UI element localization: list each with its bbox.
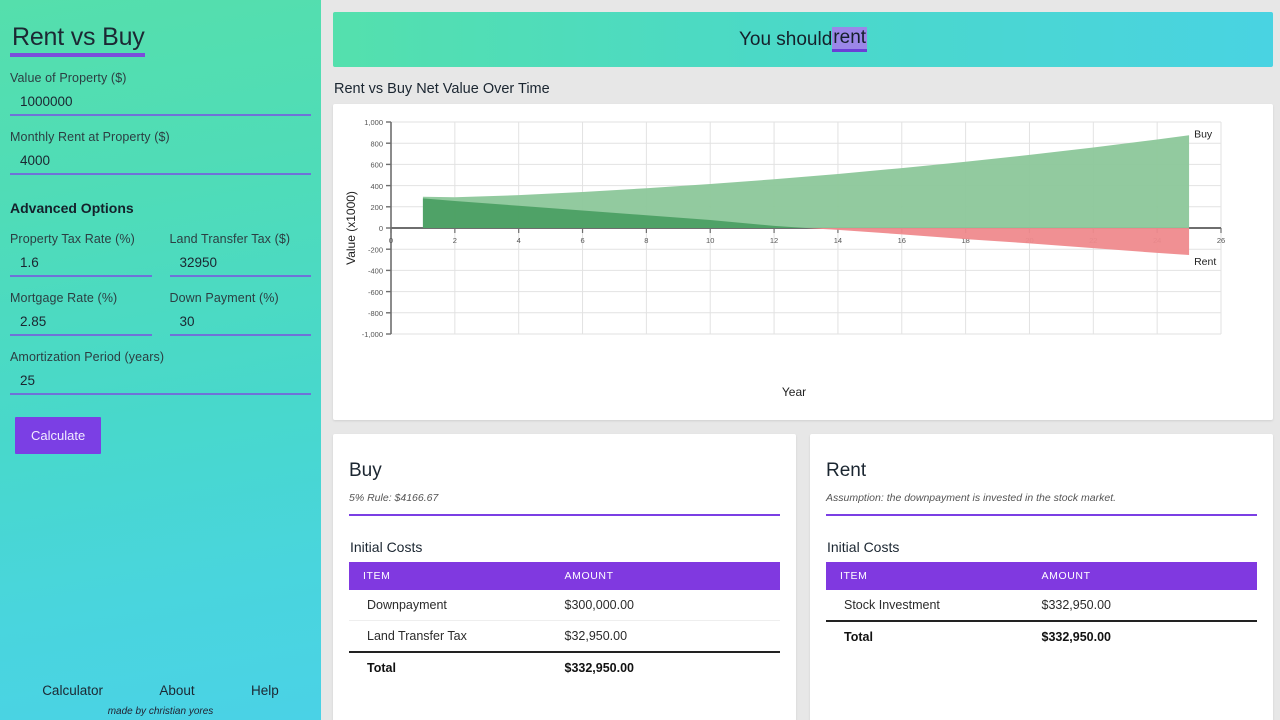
rent-card-subtitle: Assumption: the downpayment is invested … [826,492,1257,516]
label-monthly-rent: Monthly Rent at Property ($) [10,130,170,145]
label-property-value: Value of Property ($) [10,71,127,86]
advanced-options-title: Advanced Options [10,200,134,217]
svg-text:-400: -400 [368,267,383,276]
input-down-payment[interactable] [169,308,311,337]
buy-row-1-item: Land Transfer Tax [367,629,467,643]
svg-text:10: 10 [706,236,714,245]
svg-text:Rent: Rent [1194,256,1216,268]
label-mortgage-rate: Mortgage Rate (%) [10,291,118,306]
buy-card-heading: Buy [349,460,382,481]
main-content: You should rent Rent vs Buy Net Value Ov… [321,0,1280,720]
input-property-tax-rate[interactable] [10,249,152,278]
summary-cards-row: Buy 5% Rule: $4166.67 Initial Costs ITEM… [333,434,1273,720]
buy-col-item: ITEM [349,562,565,590]
field-property-tax-rate: Property Tax Rate (%) [10,232,152,278]
label-land-transfer-tax: Land Transfer Tax ($) [169,232,291,247]
label-property-tax-rate: Property Tax Rate (%) [10,232,135,247]
svg-text:0: 0 [389,236,393,245]
field-down-payment: Down Payment (%) [169,291,311,337]
svg-text:Value (x1000): Value (x1000) [344,191,358,265]
buy-summary-card: Buy 5% Rule: $4166.67 Initial Costs ITEM… [333,434,796,720]
table-row: Land Transfer Tax $32,950.00 [349,621,780,653]
svg-text:400: 400 [370,182,383,191]
chart-section-title: Rent vs Buy Net Value Over Time [334,81,550,97]
chart-area: -1,000 -800 -600 -400 -200 0 200 400 600 800 1,000… [339,110,1267,414]
svg-text:2: 2 [453,236,457,245]
rent-initial-costs-table: ITEM AMOUNT Stock Investment $332,950.00… [826,562,1257,652]
nav-item-help[interactable]: Help [251,683,279,698]
banner-highlight: rent [832,27,868,52]
advanced-row-2: Mortgage Rate (%) Down Payment (%) [10,277,311,337]
credit-text: made by christian yores [107,706,214,717]
svg-text:4: 4 [517,236,521,245]
nav-item-about[interactable]: About [159,683,194,698]
svg-text:-200: -200 [368,245,383,254]
svg-text:200: 200 [370,203,383,212]
rent-row-0-item: Stock Investment [844,598,940,612]
buy-table-title: Initial Costs [350,539,423,555]
svg-text:-600: -600 [368,288,383,297]
table-header-row: ITEM AMOUNT [349,562,780,590]
buy-total-row: Total $332,950.00 [349,651,780,683]
svg-text:26: 26 [1217,236,1225,245]
input-property-value[interactable] [10,88,311,117]
table-header-row: ITEM AMOUNT [826,562,1257,590]
advanced-row-1: Property Tax Rate (%) Land Transfer Tax … [10,218,311,278]
svg-text:12: 12 [770,236,778,245]
svg-text:6: 6 [580,236,584,245]
input-monthly-rent[interactable] [10,147,311,176]
svg-text:8: 8 [644,236,648,245]
input-mortgage-rate[interactable] [10,308,152,337]
rent-col-amount: AMOUNT [1041,562,1257,590]
svg-text:Year: Year [782,385,806,399]
app-title: Rent vs Buy [10,0,145,58]
rent-card-heading: Rent [826,460,867,481]
sidebar-nav: Calculator About Help [0,683,321,698]
sidebar: Rent vs Buy Value of Property ($) Monthl… [0,0,321,720]
rent-col-item: ITEM [826,562,1042,590]
svg-text:-1,000: -1,000 [362,330,383,339]
field-amortization-period: Amortization Period (years) [10,350,311,396]
rent-total-amount: $332,950.00 [1041,620,1257,652]
label-down-payment: Down Payment (%) [169,291,279,306]
rent-row-0-amount: $332,950.00 [1041,598,1112,612]
svg-text:-800: -800 [368,309,383,318]
svg-text:600: 600 [370,161,383,170]
table-row: Stock Investment $332,950.00 [826,590,1257,621]
buy-total-amount: $332,950.00 [564,651,780,683]
buy-total-label: Total [349,651,565,683]
rent-table-title: Initial Costs [827,539,900,555]
buy-row-0-item: Downpayment [349,590,565,621]
svg-text:14: 14 [834,236,842,245]
chart-card: -1,000 -800 -600 -400 -200 0 200 400 600 800 1,000… [333,104,1273,420]
field-property-value: Value of Property ($) [10,71,311,117]
rent-total-label: Total [826,620,1042,652]
nav-item-calculator[interactable]: Calculator [42,683,103,698]
buy-initial-costs-table: ITEM AMOUNT Downpayment $300,000.00 Land… [349,562,780,683]
rent-total-row: Total $332,950.00 [826,620,1257,652]
buy-row-0-amount: $300,000.00 [564,590,780,621]
rent-summary-card: Rent Assumption: the downpayment is inve… [810,434,1273,720]
banner-prefix: You should [738,28,833,50]
input-amortization-period[interactable] [10,367,311,396]
svg-text:1,000: 1,000 [364,118,383,127]
field-mortgage-rate: Mortgage Rate (%) [10,291,152,337]
svg-text:Buy: Buy [1194,128,1213,140]
svg-text:800: 800 [370,139,383,148]
net-value-area-chart: -1,000 -800 -600 -400 -200 0 200 400 600 800 1,000… [344,118,1225,399]
recommendation-banner: You should rent [333,12,1273,67]
field-land-transfer-tax: Land Transfer Tax ($) [169,232,311,278]
calculate-button[interactable]: Calculate [15,417,102,455]
buy-col-amount: AMOUNT [564,562,780,590]
svg-text:16: 16 [898,236,906,245]
input-land-transfer-tax[interactable] [169,249,311,278]
buy-card-subtitle: 5% Rule: $4166.67 [349,492,780,516]
table-row: Downpayment $300,000.00 [349,590,780,621]
svg-text:0: 0 [379,224,383,233]
buy-row-1-amount: $32,950.00 [564,629,628,643]
field-monthly-rent: Monthly Rent at Property ($) [10,130,311,176]
label-amortization-period: Amortization Period (years) [10,350,165,365]
app-root: Rent vs Buy Value of Property ($) Monthl… [0,0,1280,720]
